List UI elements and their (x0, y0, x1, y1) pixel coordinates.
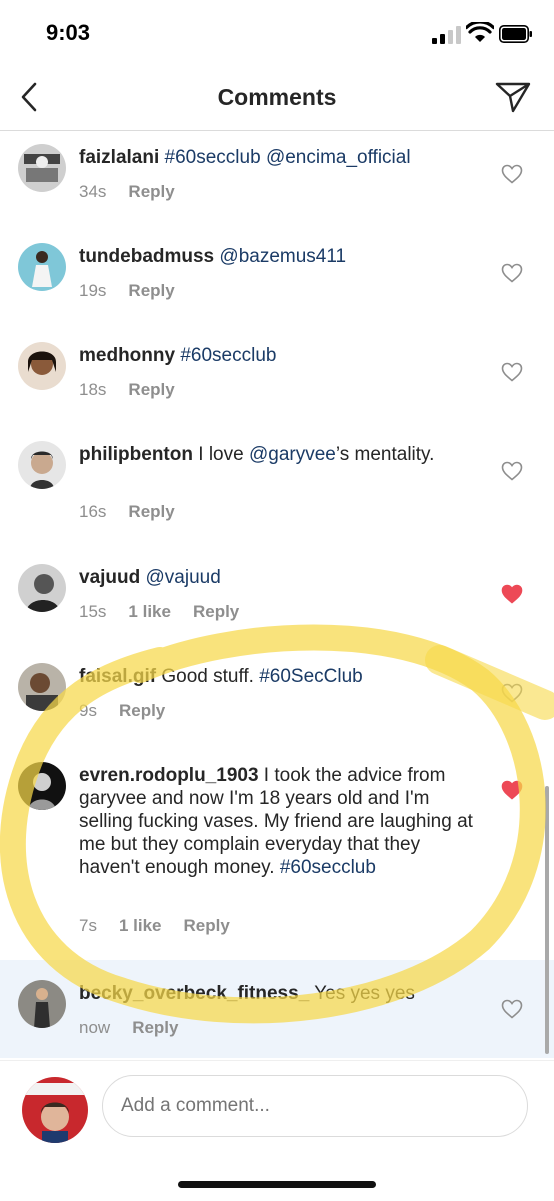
battery-icon (499, 25, 532, 43)
new-comment-highlight (0, 960, 554, 1058)
status-time: 9:03 (46, 20, 91, 45)
comment-text: faizlalani #60secclub @encima_official (79, 146, 474, 169)
comment-composer (0, 1060, 554, 1201)
reply-button[interactable]: Reply (193, 602, 239, 621)
comment-time: 15s (79, 602, 107, 621)
avatar[interactable] (18, 564, 66, 612)
comment-text: vajuud @vajuud (79, 566, 474, 589)
comment-meta: 7s 1 like Reply (79, 916, 252, 936)
comment-username[interactable]: vajuud (79, 567, 140, 588)
comment-text: becky_overbeck_fitness_ Yes yes yes (79, 983, 415, 1004)
comment-username[interactable]: tundebadmuss (79, 246, 214, 267)
hashtag-link[interactable]: #60secclub (180, 345, 276, 366)
comment-text: tundebadmuss @bazemus411 (79, 245, 474, 268)
avatar[interactable] (18, 144, 66, 192)
avatar[interactable] (18, 441, 66, 489)
comment-text: evren.rodoplu_1903 I took the advice fro… (79, 765, 473, 878)
reply-button[interactable]: Reply (132, 1018, 178, 1037)
heart-filled-icon[interactable] (501, 584, 523, 604)
heart-icon[interactable] (501, 263, 523, 283)
comment-username[interactable]: evren.rodoplu_1903 (79, 765, 259, 786)
heart-icon[interactable] (501, 683, 523, 703)
hashtag-link[interactable]: #60secclub (280, 857, 376, 878)
comment-username[interactable]: philipbenton (79, 444, 193, 465)
mention-link[interactable]: @garyvee (249, 444, 336, 465)
reply-button[interactable]: Reply (128, 502, 174, 521)
avatar[interactable] (18, 243, 66, 291)
likes-count[interactable]: 1 like (119, 916, 162, 935)
comment-input[interactable] (102, 1075, 528, 1137)
comment-meta: 19s Reply (79, 281, 197, 301)
comment-meta: now Reply (79, 1018, 200, 1038)
comment-time: 9s (79, 701, 97, 720)
comment-time: 18s (79, 380, 107, 399)
current-user-avatar (22, 1077, 88, 1143)
comment-text: faisal.gif Good stuff. #60SecClub (79, 666, 363, 687)
comment-time: 7s (79, 916, 97, 935)
status-bar: 9:03 (0, 0, 554, 66)
likes-count[interactable]: 1 like (128, 602, 171, 621)
heart-icon[interactable] (501, 999, 523, 1019)
nav-bar: Comments (0, 66, 554, 131)
reply-button[interactable]: Reply (184, 916, 230, 935)
wifi-icon (466, 22, 494, 42)
cellular-signal-icon (432, 26, 461, 44)
comment-meta: 18s Reply (79, 380, 197, 400)
comment-meta: 16s Reply (79, 502, 197, 522)
heart-icon[interactable] (501, 461, 523, 481)
heart-icon[interactable] (501, 362, 523, 382)
avatar[interactable] (18, 663, 66, 711)
heart-filled-icon[interactable] (501, 780, 523, 800)
reply-button[interactable]: Reply (128, 380, 174, 399)
avatar[interactable] (18, 980, 66, 1028)
comment-time: now (79, 1018, 111, 1037)
comment-username[interactable]: faisal.gif (79, 666, 156, 687)
mention-link[interactable]: @vajuud (146, 567, 221, 588)
avatar[interactable] (18, 342, 66, 390)
mention-link[interactable]: @encima_official (266, 147, 411, 168)
comment-time: 16s (79, 502, 107, 521)
comment-time: 34s (79, 182, 107, 201)
hashtag-link[interactable]: #60SecClub (259, 666, 363, 687)
scrollbar[interactable] (545, 786, 549, 1054)
avatar[interactable] (18, 762, 66, 810)
comment-time: 19s (79, 281, 107, 300)
paper-plane-icon[interactable] (494, 80, 532, 114)
comment-meta: 34s Reply (79, 182, 197, 202)
reply-button[interactable]: Reply (119, 701, 165, 720)
comment-username[interactable]: faizlalani (79, 147, 159, 168)
comment-meta: 9s Reply (79, 701, 187, 721)
reply-button[interactable]: Reply (128, 182, 174, 201)
home-indicator (178, 1181, 376, 1188)
page-title: Comments (217, 84, 337, 110)
comment-text: medhonny #60secclub (79, 344, 474, 367)
comment-text: philipbenton I love @garyvee’s mentality… (79, 444, 435, 465)
hashtag-link[interactable]: #60secclub (165, 147, 261, 168)
comment-username[interactable]: medhonny (79, 345, 175, 366)
comment-username[interactable]: becky_overbeck_fitness_ (79, 983, 309, 1004)
reply-button[interactable]: Reply (128, 281, 174, 300)
mention-link[interactable]: @bazemus411 (219, 246, 346, 267)
comment-meta: 15s 1 like Reply (79, 602, 261, 622)
heart-icon[interactable] (501, 164, 523, 184)
